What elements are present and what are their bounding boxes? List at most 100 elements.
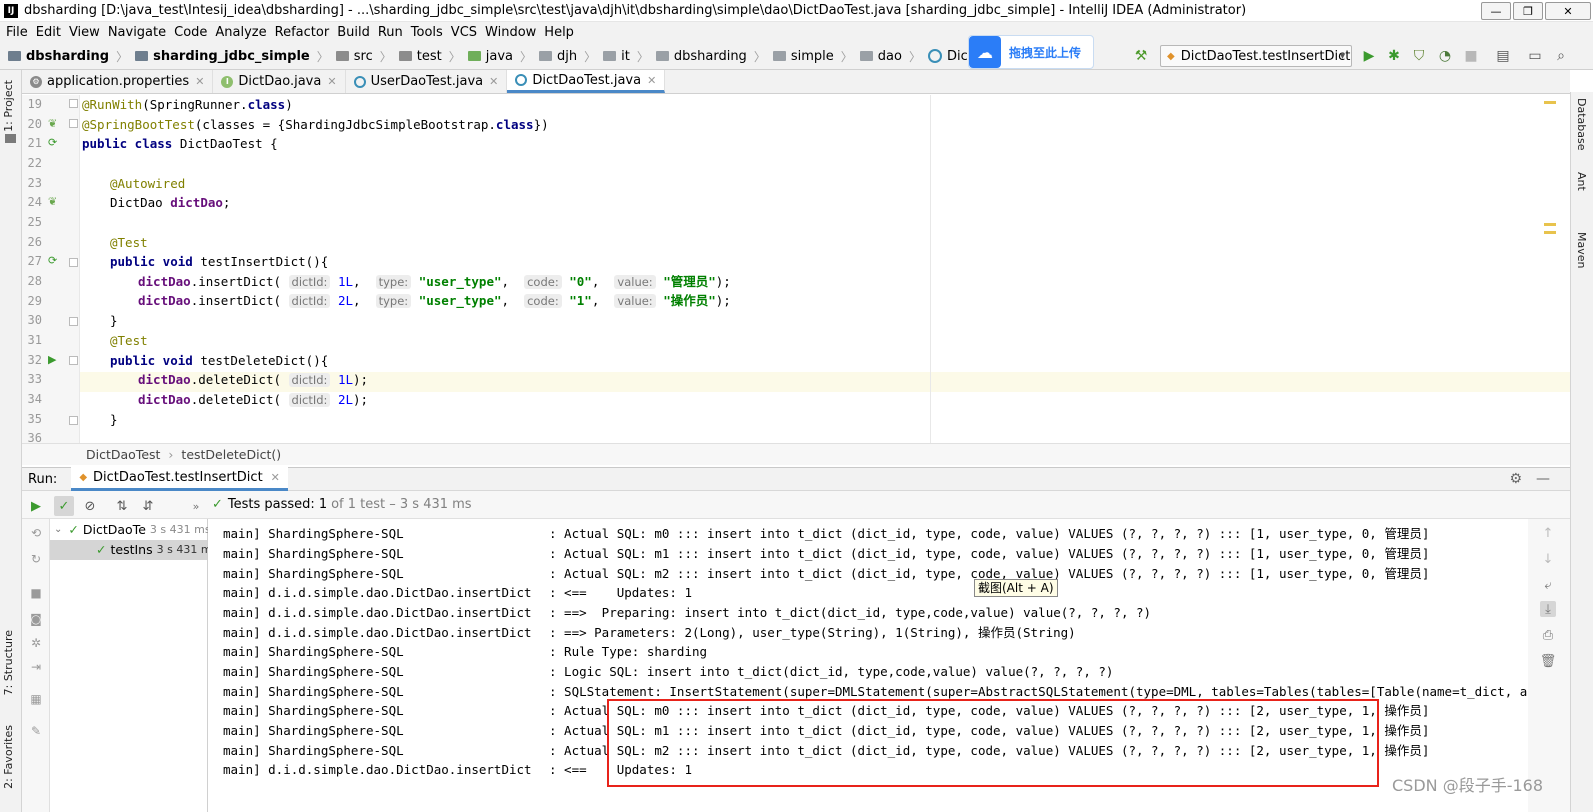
build-hammer-icon[interactable]: ⚒	[1132, 47, 1150, 65]
baidu-upload-drop-zone[interactable]: ☁ 拖拽至此上传	[968, 35, 1094, 69]
code-line-32: public void testDeleteDict(){	[110, 353, 329, 368]
print-icon[interactable]: ⎙	[1540, 627, 1556, 643]
debug-icon[interactable]: ✱	[1385, 47, 1403, 65]
settings-icon[interactable]: ✲	[28, 635, 44, 651]
stop-icon[interactable]: ■	[28, 585, 44, 601]
close-icon[interactable]: ✕	[489, 75, 498, 88]
error-stripe-mark[interactable]	[1544, 223, 1556, 226]
sort-alphabetically-icon[interactable]: ⇅	[112, 496, 132, 516]
close-icon[interactable]: ✕	[327, 75, 336, 88]
menu-vcs[interactable]: VCS	[449, 25, 483, 40]
search-everywhere-icon[interactable]: ⌕	[1552, 47, 1570, 65]
fold-marker[interactable]	[69, 356, 78, 365]
menu-code[interactable]: Code	[172, 25, 213, 40]
fold-marker[interactable]	[69, 258, 78, 267]
crumb-simple[interactable]: simple 〉	[772, 48, 860, 65]
fold-marker[interactable]	[69, 317, 78, 326]
menu-navigate[interactable]: Navigate	[106, 25, 172, 40]
import-icon[interactable]: ⇥	[28, 659, 44, 675]
minimize-button[interactable]: —	[1481, 2, 1511, 20]
spring-autowired-icon[interactable]: ❦	[48, 195, 57, 208]
code-line-27: public void testInsertDict(){	[110, 254, 329, 269]
show-ignored-icon[interactable]: ⊘	[80, 496, 100, 516]
arrow-down-icon[interactable]: ↓	[1540, 551, 1556, 567]
toggle-auto-test-icon[interactable]: ↻	[28, 551, 44, 567]
tab-dictdaotest[interactable]: DictDaoTest.java ✕	[507, 70, 666, 93]
run-tab[interactable]: ◆ DictDaoTest.testInsertDict ✕	[71, 467, 288, 491]
test-method-node[interactable]: ✓ testIns 3 s 431 ms	[50, 540, 217, 560]
database-tool-tab[interactable]: Database	[1575, 98, 1588, 151]
rerun-icon[interactable]: ▶	[26, 496, 46, 516]
camera-icon[interactable]: ◙	[28, 611, 44, 627]
profile-icon[interactable]: ◔	[1436, 47, 1454, 65]
crumb-djh[interactable]: djh 〉	[539, 48, 603, 65]
spring-bean-icon[interactable]: ❦	[48, 117, 57, 130]
layout-icon[interactable]: ▦	[28, 691, 44, 707]
error-stripe-mark[interactable]	[1544, 101, 1556, 104]
test-root-icon	[467, 51, 481, 61]
crumb-class[interactable]: DictDaoTest	[86, 447, 160, 462]
crumb-module[interactable]: sharding_jdbc_simple 〉	[135, 48, 336, 65]
menu-file[interactable]: File	[4, 25, 34, 40]
arrow-up-icon[interactable]: ↑	[1540, 525, 1556, 541]
pin-icon[interactable]: ✎	[28, 723, 44, 739]
line-number: 22	[27, 156, 42, 170]
sort-by-duration-icon[interactable]: ⇵	[138, 496, 158, 516]
more-icon[interactable]: »	[186, 496, 206, 516]
error-stripe-mark[interactable]	[1544, 231, 1556, 234]
menu-refactor[interactable]: Refactor	[273, 25, 336, 40]
menu-analyze[interactable]: Analyze	[213, 25, 272, 40]
crumb-java[interactable]: java 〉	[467, 48, 539, 65]
code-line-29: dictDao.insertDict( dictId: 2L, type: "u…	[138, 293, 731, 308]
line-number: 33	[27, 372, 42, 386]
run-configuration-select[interactable]: ◆ DictDaoTest.testInsertDict ▾	[1160, 45, 1352, 67]
menu-help[interactable]: Help	[542, 25, 580, 40]
stop-icon[interactable]: ■	[1462, 47, 1480, 65]
coverage-icon[interactable]: ⛉	[1410, 47, 1428, 65]
crumb-it[interactable]: it 〉	[603, 48, 656, 65]
menu-run[interactable]: Run	[376, 25, 409, 40]
menu-view[interactable]: View	[67, 25, 106, 40]
project-tool-tab[interactable]: 1: Project	[2, 80, 15, 132]
trash-icon[interactable]: 🗑	[1540, 653, 1557, 669]
crumb-project[interactable]: dbsharding 〉	[8, 48, 135, 65]
soft-wrap-icon[interactable]: ⤶	[1540, 577, 1556, 593]
fold-marker[interactable]	[69, 119, 78, 128]
tab-userdaotest[interactable]: UserDaoTest.java ✕	[346, 70, 508, 93]
test-suite-node[interactable]: ⌄ ✓ DictDaoTe 3 s 431 ms	[54, 520, 211, 540]
crumb-method[interactable]: testDeleteDict()	[181, 447, 281, 462]
run-test-method-icon[interactable]: ▶	[48, 353, 56, 366]
show-passed-icon[interactable]: ✓	[54, 496, 74, 516]
rerun-failed-icon[interactable]: ⟲	[28, 525, 44, 541]
code-editor[interactable]: 19 20 21 22 23 24 25 26 27 28 29 30 31 3…	[22, 95, 1570, 443]
close-icon[interactable]: ✕	[271, 471, 280, 484]
menu-window[interactable]: Window	[483, 25, 542, 40]
run-test-method-icon[interactable]: ⟳	[48, 254, 57, 267]
tab-application-properties[interactable]: ⚙ application.properties ✕	[22, 70, 214, 93]
ant-tool-tab[interactable]: Ant	[1575, 172, 1588, 191]
restore-button[interactable]: ❐	[1513, 2, 1543, 20]
crumb-dbsharding[interactable]: dbsharding 〉	[655, 48, 773, 65]
gear-icon[interactable]: ⚙	[1509, 471, 1522, 487]
scroll-to-end-icon[interactable]: ⤓	[1540, 601, 1556, 617]
menu-tools[interactable]: Tools	[409, 25, 449, 40]
run-test-class-icon[interactable]: ⟳	[48, 136, 57, 149]
hide-panel-icon[interactable]: —	[1536, 471, 1550, 487]
tab-dictdao[interactable]: I DictDao.java ✕	[213, 70, 346, 93]
close-icon[interactable]: ✕	[647, 74, 656, 87]
maven-tool-tab[interactable]: Maven	[1575, 232, 1588, 268]
close-button[interactable]: ✕	[1545, 2, 1591, 20]
project-structure-icon[interactable]: ▤	[1494, 47, 1512, 65]
crumb-test[interactable]: test 〉	[398, 48, 468, 65]
fold-marker[interactable]	[69, 416, 78, 425]
run-icon[interactable]: ▶	[1360, 47, 1378, 65]
crumb-dao[interactable]: dao 〉	[859, 48, 928, 65]
crumb-src[interactable]: src 〉	[335, 48, 399, 65]
presentation-icon[interactable]: ▭	[1526, 47, 1544, 65]
menu-build[interactable]: Build	[335, 25, 376, 40]
structure-tool-tab[interactable]: 7: Structure	[2, 630, 15, 695]
close-icon[interactable]: ✕	[195, 75, 204, 88]
favorites-tool-tab[interactable]: 2: Favorites	[2, 725, 15, 789]
menu-edit[interactable]: Edit	[34, 25, 67, 40]
fold-marker[interactable]	[69, 99, 78, 108]
